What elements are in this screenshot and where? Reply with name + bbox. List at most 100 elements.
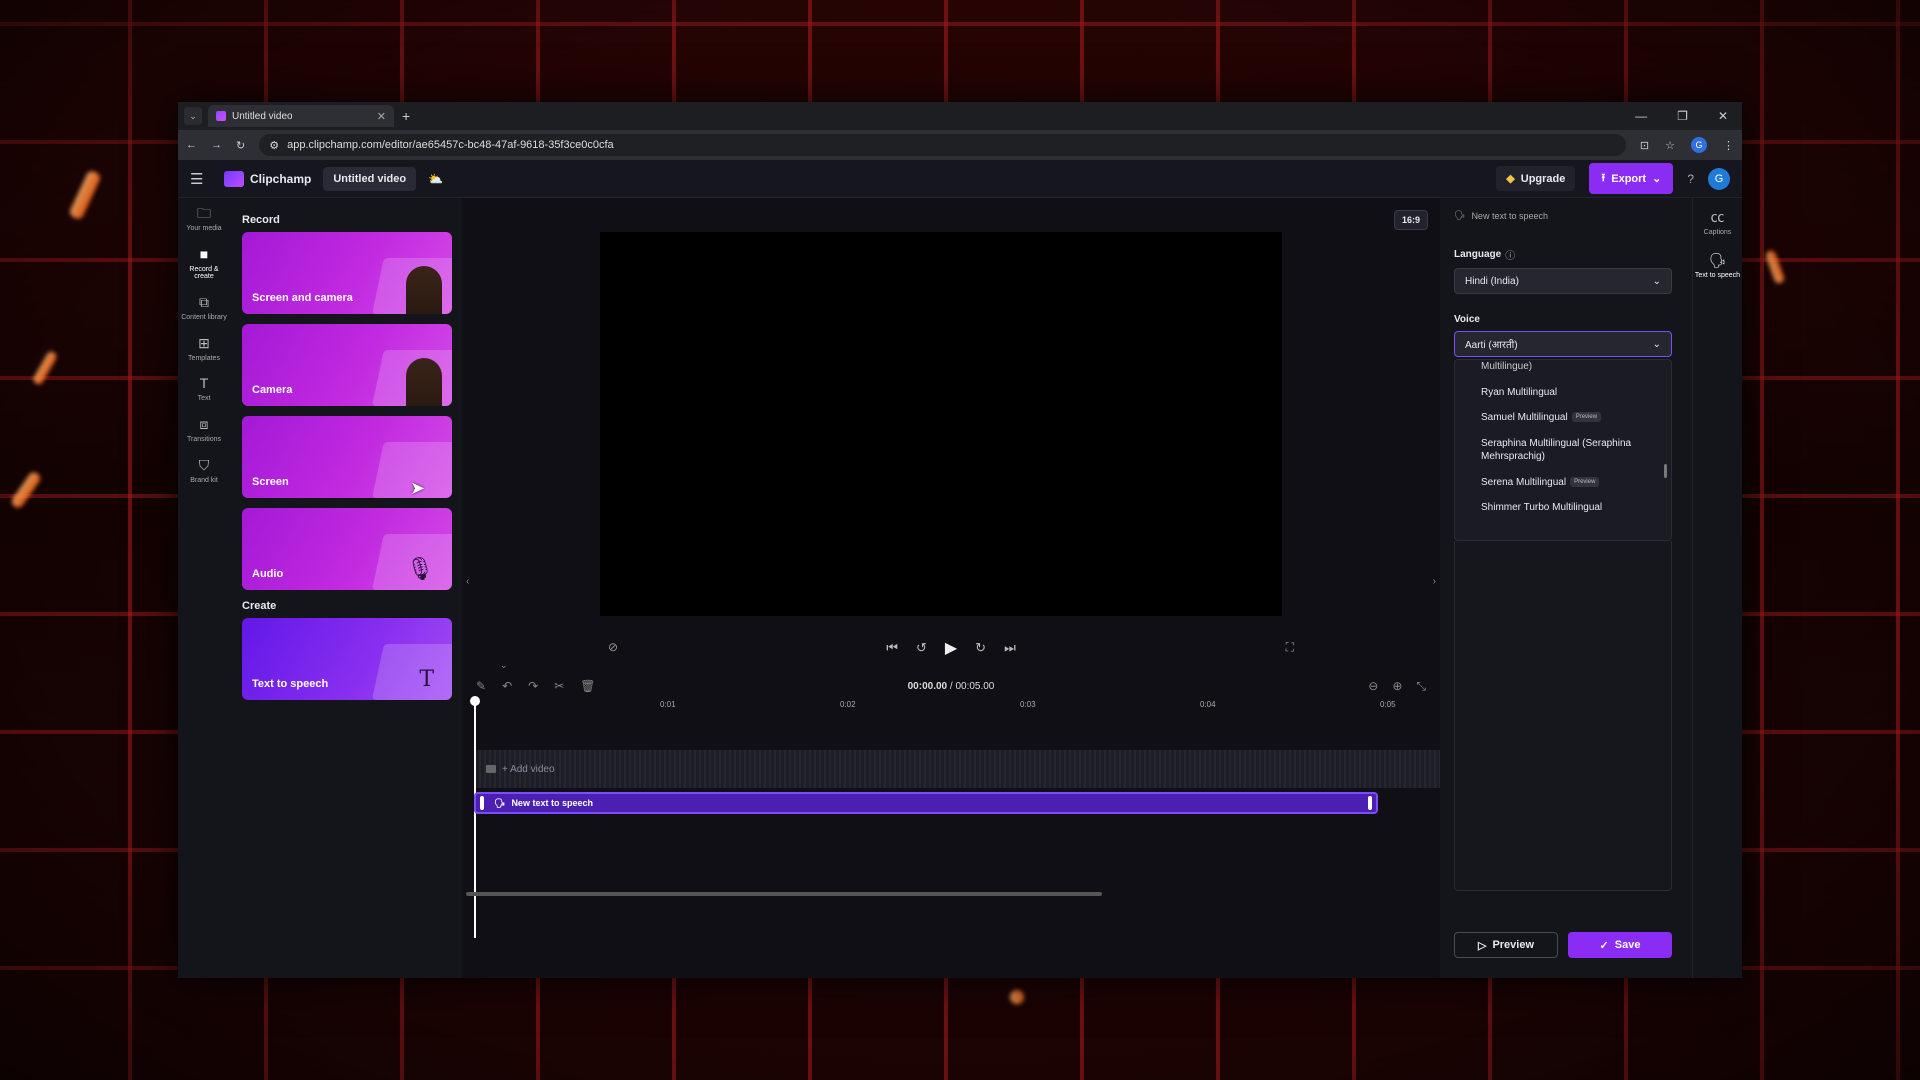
dropdown-scrollbar[interactable] (1664, 464, 1667, 478)
clip-label: New text to speech (511, 798, 593, 808)
card-label: Audio (252, 568, 284, 580)
text-to-speech-card[interactable]: T Text to speech (242, 618, 452, 700)
text-glyph-icon: T (419, 667, 434, 692)
zoom-in-icon[interactable]: ⊕ (1392, 679, 1402, 694)
browser-toolbar: ← → ↻ ⚙ app.clipchamp.com/editor/ae65457… (178, 130, 1742, 160)
export-button[interactable]: ⭱ Export ⌄ (1589, 163, 1674, 194)
screen-and-camera-card[interactable]: Screen and camera (242, 232, 452, 314)
browser-menu-icon[interactable]: ⋮ (1723, 139, 1734, 152)
chevron-down-icon: ⌄ (189, 110, 197, 121)
sync-status-icon[interactable]: ⛅ (428, 172, 443, 186)
camera-card[interactable]: Camera (242, 324, 452, 406)
language-label-row: Language ⓘ (1454, 247, 1680, 262)
collapse-right-icon[interactable]: › (1433, 576, 1436, 587)
script-text-area[interactable] (1454, 541, 1672, 891)
card-label: Camera (252, 384, 293, 396)
audio-card[interactable]: 🎙 Audio (242, 508, 452, 590)
voice-option[interactable]: Multilingue) (1455, 360, 1671, 380)
voice-dropdown-list[interactable]: Multilingue) Ryan Multilingual Samuel Mu… (1454, 359, 1672, 541)
voice-option[interactable]: Shimmer Turbo Multilingual (1455, 495, 1671, 521)
fullscreen-icon[interactable]: ⛶ (1286, 640, 1294, 655)
save-button[interactable]: ✓ Save (1568, 932, 1672, 958)
rail-label: Transitions (187, 436, 221, 444)
upgrade-label: Upgrade (1520, 172, 1566, 185)
project-title[interactable]: Untitled video (323, 166, 417, 191)
captions-label: Captions (1703, 229, 1732, 236)
skip-back-icon[interactable]: ⏮ (886, 640, 898, 656)
bookmark-star-icon[interactable]: ☆ (1665, 139, 1675, 152)
new-tab-icon[interactable]: + (402, 108, 410, 124)
voice-option[interactable]: Serena Multilingual Preview (1455, 470, 1671, 496)
voice-option-name: Multilingue) (1481, 361, 1533, 372)
language-value: Hindi (India) (1465, 275, 1519, 287)
voice-option-name: Seraphina Multilingual (Seraphina Mehrsp… (1481, 437, 1632, 463)
redo-icon[interactable]: ↷ (528, 679, 538, 693)
upgrade-button[interactable]: ◆ Upgrade (1496, 166, 1576, 191)
rail-item-text-to-speech[interactable]: 🗣 Text to speech (1695, 252, 1741, 280)
fit-timeline-icon[interactable]: ⤡ (1416, 679, 1426, 694)
rail-item-your-media[interactable]: 🗀 Your media (181, 205, 227, 233)
forward-5s-icon[interactable]: ↻ (975, 640, 986, 656)
profile-avatar[interactable]: G (1691, 137, 1707, 153)
upload-icon: ⭱ (1601, 172, 1606, 184)
play-icon[interactable]: ▶ (945, 638, 957, 658)
user-avatar[interactable]: G (1708, 167, 1730, 190)
reload-icon[interactable]: ↻ (236, 139, 245, 152)
tts-audio-clip[interactable]: 🗣 New text to speech (474, 792, 1378, 814)
rail-label: Templates (188, 354, 220, 362)
voice-option[interactable]: Samuel Multilingual Preview (1455, 405, 1671, 431)
help-icon[interactable]: ? (1687, 172, 1694, 186)
browser-tab-title: Untitled video (232, 110, 293, 122)
tts-properties-panel: 🗣 New text to speech Language ⓘ Hindi (I… (1440, 198, 1692, 978)
zoom-out-icon[interactable]: ⊖ (1368, 679, 1378, 694)
site-info-icon[interactable]: ⚙ (269, 139, 279, 152)
person-thumbnail (406, 266, 442, 314)
transitions-icon: ⧈ (199, 416, 209, 433)
forward-icon[interactable]: → (211, 139, 222, 151)
skip-forward-icon[interactable]: ⏭ (1004, 640, 1016, 656)
rail-item-text[interactable]: T Text (181, 376, 227, 403)
hamburger-menu-icon[interactable]: ☰ (190, 170, 212, 188)
chevron-down-icon: ⌄ (1652, 173, 1662, 185)
tab-search-button[interactable]: ⌄ (184, 107, 202, 125)
rail-item-record-create[interactable]: ■ Record & create (181, 246, 227, 281)
video-preview[interactable] (600, 232, 1282, 616)
language-select[interactable]: Hindi (India) ⌄ (1454, 268, 1672, 294)
rail-item-brand-kit[interactable]: ⛉ Brand kit (181, 457, 227, 485)
voice-option[interactable]: Seraphina Multilingual (Seraphina Mehrsp… (1455, 431, 1671, 470)
voice-select[interactable]: Aarti (आरती) ⌄ (1454, 331, 1672, 357)
timeline-toggle-icon[interactable]: ⌄ (500, 660, 508, 671)
info-icon[interactable]: ⓘ (1505, 247, 1515, 262)
chevron-down-icon: ⌄ (1652, 338, 1661, 350)
restore-icon[interactable]: ❐ (1677, 109, 1688, 123)
address-bar[interactable]: ⚙ app.clipchamp.com/editor/ae65457c-bc48… (259, 134, 1626, 156)
back-icon[interactable]: ← (186, 139, 197, 151)
add-video-track[interactable]: + Add video (476, 750, 1440, 788)
timeline-scrollbar[interactable] (466, 892, 1102, 896)
install-app-icon[interactable]: ⊡ (1640, 139, 1649, 152)
preview-button[interactable]: ▷ Preview (1454, 932, 1558, 958)
voice-option[interactable]: Ryan Multilingual (1455, 380, 1671, 406)
close-window-icon[interactable]: ✕ (1718, 109, 1728, 123)
rewind-5s-icon[interactable]: ↺ (916, 640, 927, 656)
browser-tab[interactable]: Untitled video ✕ (208, 105, 394, 127)
rail-item-transitions[interactable]: ⧈ Transitions (181, 416, 227, 444)
clipchamp-favicon-icon (216, 111, 226, 121)
rail-item-captions[interactable]: ㏄ Captions (1695, 209, 1741, 237)
rail-item-content-library[interactable]: ⧉ Content library (181, 294, 227, 322)
voice-option-name: Ryan Multilingual (1481, 386, 1558, 398)
rail-item-templates[interactable]: ⊞ Templates (181, 335, 227, 363)
ruler-tick: 0:03 (1020, 700, 1036, 709)
undo-icon[interactable]: ↶ (502, 679, 512, 693)
minimize-icon[interactable]: — (1635, 109, 1647, 123)
ruler-tick: 0:05 (1380, 700, 1396, 709)
magic-icon[interactable]: ✎ (476, 679, 486, 693)
collapse-left-icon[interactable]: ‹ (466, 576, 469, 587)
browser-tab-strip: ⌄ Untitled video ✕ + — ❐ ✕ (178, 102, 1742, 130)
close-tab-icon[interactable]: ✕ (377, 110, 386, 123)
delete-icon[interactable]: 🗑 (580, 679, 595, 693)
aspect-ratio-button[interactable]: 16:9 (1393, 210, 1428, 230)
captions-icon: ㏄ (1710, 209, 1725, 225)
split-icon[interactable]: ✂ (554, 679, 564, 693)
playhead[interactable] (470, 696, 480, 938)
